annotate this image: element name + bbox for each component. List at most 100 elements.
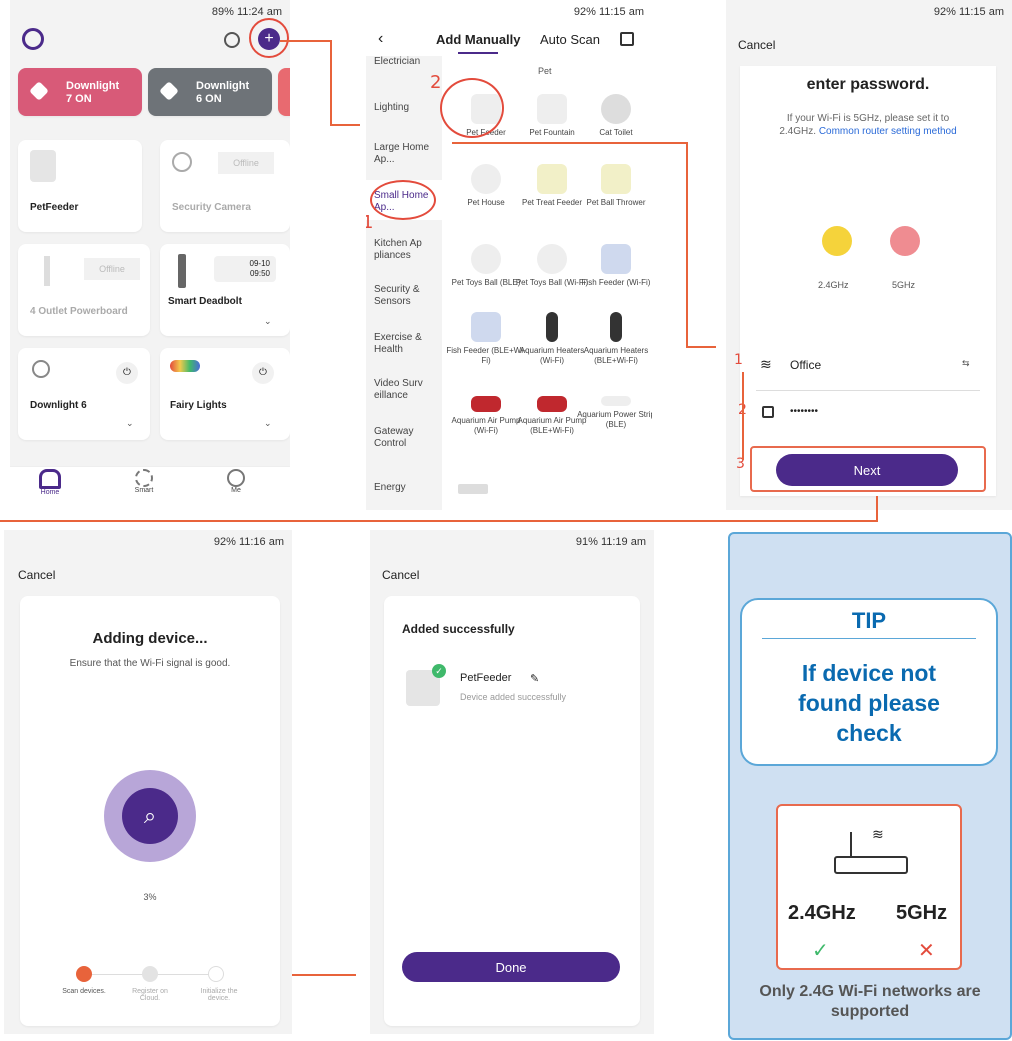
flow-connector: [686, 346, 716, 348]
back-arrow-icon[interactable]: ‹: [378, 30, 383, 48]
device-type-item[interactable]: Pet Ball Thrower: [576, 164, 652, 208]
flow-connector: [330, 124, 360, 126]
aquarium-heater-icon: [546, 312, 558, 342]
category-item[interactable]: Energy: [374, 482, 440, 494]
nav-me[interactable]: Me: [216, 469, 256, 494]
device-name: PetFeeder: [30, 202, 79, 213]
device-card-security-camera[interactable]: Offline Security Camera: [160, 140, 290, 232]
step-register-label: Register on Cloud.: [132, 988, 168, 1002]
nav-smart[interactable]: Smart: [124, 469, 164, 494]
device-sub: Device added successfully: [460, 692, 567, 702]
success-title: Added successfully: [402, 622, 515, 636]
highlight-pet-feeder: [440, 78, 504, 138]
device-card-fairy-lights[interactable]: ⏻ Fairy Lights ⌄: [160, 348, 290, 440]
device-card-downlight-6[interactable]: ⏻ Downlight 6 ⌄: [18, 348, 150, 440]
category-sidebar: Electrician Lighting Large Home Ap... Sm…: [366, 56, 442, 510]
category-item[interactable]: Lighting: [374, 102, 440, 114]
home-screen: 89% 11:24 am + Downlight 7 ON Downlight …: [10, 0, 290, 510]
device-type-item[interactable]: Cat Toilet: [576, 94, 652, 138]
device-name: Fairy Lights: [170, 400, 227, 411]
status-bar: 92% 11:16 am: [213, 536, 284, 548]
device-type-item[interactable]: Aquarium Heaters (BLE+Wi-Fi): [576, 312, 652, 366]
cancel-link[interactable]: Cancel: [18, 568, 55, 582]
status-bar: 89% 11:24 am: [211, 6, 282, 18]
tip-title: TIP: [851, 608, 887, 633]
cancel-link[interactable]: Cancel: [738, 38, 775, 52]
tip-box: TIP If device not found please check: [740, 598, 998, 766]
chevron-down-icon[interactable]: ⌄: [126, 418, 134, 429]
chevron-down-icon[interactable]: ⌄: [264, 316, 272, 327]
device-card-deadbolt[interactable]: 09-10 09:50 Smart Deadbolt ⌄: [160, 244, 290, 336]
status-bar: 92% 11:15 am: [573, 6, 644, 18]
status-bar: 91% 11:19 am: [575, 536, 646, 548]
tag-icon: [29, 81, 49, 101]
status-bar: 92% 11:15 am: [933, 6, 1004, 18]
highlight-small-home-category: [370, 180, 436, 220]
device-type-item[interactable]: Aquarium Power Strip (BLE): [576, 396, 652, 430]
device-name: Smart Deadbolt: [168, 296, 242, 307]
step-scan-icon: [76, 966, 92, 982]
power-button[interactable]: ⏻: [116, 362, 138, 384]
device-type-item[interactable]: Fish Feeder (Wi-Fi): [576, 244, 652, 288]
router-icon: [834, 856, 908, 874]
category-item[interactable]: Large Home Ap...: [374, 142, 440, 166]
flow-connector: [876, 496, 878, 522]
category-item[interactable]: Kitchen Ap pliances: [374, 238, 440, 262]
category-item[interactable]: Security & Sensors: [374, 284, 440, 308]
step-marker-1: 1: [734, 352, 743, 368]
flow-connector: [452, 142, 688, 144]
step-marker-2: 2: [430, 72, 442, 93]
category-item[interactable]: Exercise & Health: [374, 332, 440, 356]
step-scan-label: Scan devices.: [62, 988, 106, 995]
scene-card-downlight-7[interactable]: Downlight 7 ON: [18, 68, 142, 116]
active-tab-underline: [458, 52, 498, 54]
cancel-link[interactable]: Cancel: [382, 568, 419, 582]
tab-add-manually[interactable]: Add Manually: [436, 32, 521, 47]
band-box: ≋ 2.4GHz 5GHz ✓ ✕: [776, 804, 962, 970]
device-card-petfeeder[interactable]: PetFeeder: [18, 140, 142, 232]
search-icon: ⌕: [122, 788, 178, 844]
highlight-form: [750, 446, 986, 492]
done-button[interactable]: Done: [402, 952, 620, 982]
chevron-down-icon[interactable]: ⌄: [264, 418, 272, 429]
category-item[interactable]: Electrician: [374, 56, 440, 68]
cat-toilet-icon: [601, 94, 631, 124]
bulb-icon: [32, 360, 50, 378]
edit-icon[interactable]: ✎: [530, 672, 539, 685]
pet-fountain-icon: [537, 94, 567, 124]
powerboard-icon: [44, 256, 50, 286]
scene-sub: 7 ON: [66, 93, 92, 105]
fairy-lights-icon: [170, 360, 200, 372]
pet-house-icon: [471, 164, 501, 194]
wifi-heading: enter password.: [806, 76, 930, 93]
category-item[interactable]: Gateway Control: [374, 426, 440, 450]
device-name: 4 Outlet Powerboard: [30, 306, 128, 317]
section-title: Pet: [538, 66, 552, 76]
device-name: PetFeeder: [460, 672, 512, 684]
ssid-field[interactable]: Office: [790, 358, 821, 372]
success-card: Added successfully ✓ PetFeeder ✎ Device …: [384, 596, 640, 1026]
adding-title: Adding device...: [92, 630, 208, 647]
pet-toys-ball-icon: [471, 244, 501, 274]
password-field[interactable]: ••••••••: [790, 406, 818, 417]
camera-icon[interactable]: [224, 32, 240, 48]
scan-icon[interactable]: [620, 32, 634, 46]
tip-panel: TIP If device not found please check ≋ 2…: [728, 532, 1012, 1040]
flow-connector: [0, 520, 878, 522]
band-5: 5GHz: [892, 280, 916, 290]
offline-badge: Offline: [84, 258, 140, 280]
app-logo-icon: [22, 28, 44, 50]
device-card-powerboard[interactable]: Offline 4 Outlet Powerboard: [18, 244, 150, 336]
petfeeder-icon: [30, 150, 56, 182]
device-name: Security Camera: [172, 202, 251, 213]
category-item[interactable]: Video Surv eillance: [374, 378, 440, 402]
pet-treat-feeder-icon: [537, 164, 567, 194]
nav-home[interactable]: Home: [30, 469, 70, 496]
scene-card-partial[interactable]: [278, 68, 290, 116]
power-button[interactable]: ⏻: [252, 362, 274, 384]
tag-icon: [159, 81, 179, 101]
swap-icon[interactable]: ⇆: [962, 358, 970, 369]
tab-auto-scan[interactable]: Auto Scan: [540, 32, 600, 47]
scene-card-downlight-6[interactable]: Downlight 6 ON: [148, 68, 272, 116]
router-setting-link[interactable]: Common router setting method: [819, 126, 957, 137]
